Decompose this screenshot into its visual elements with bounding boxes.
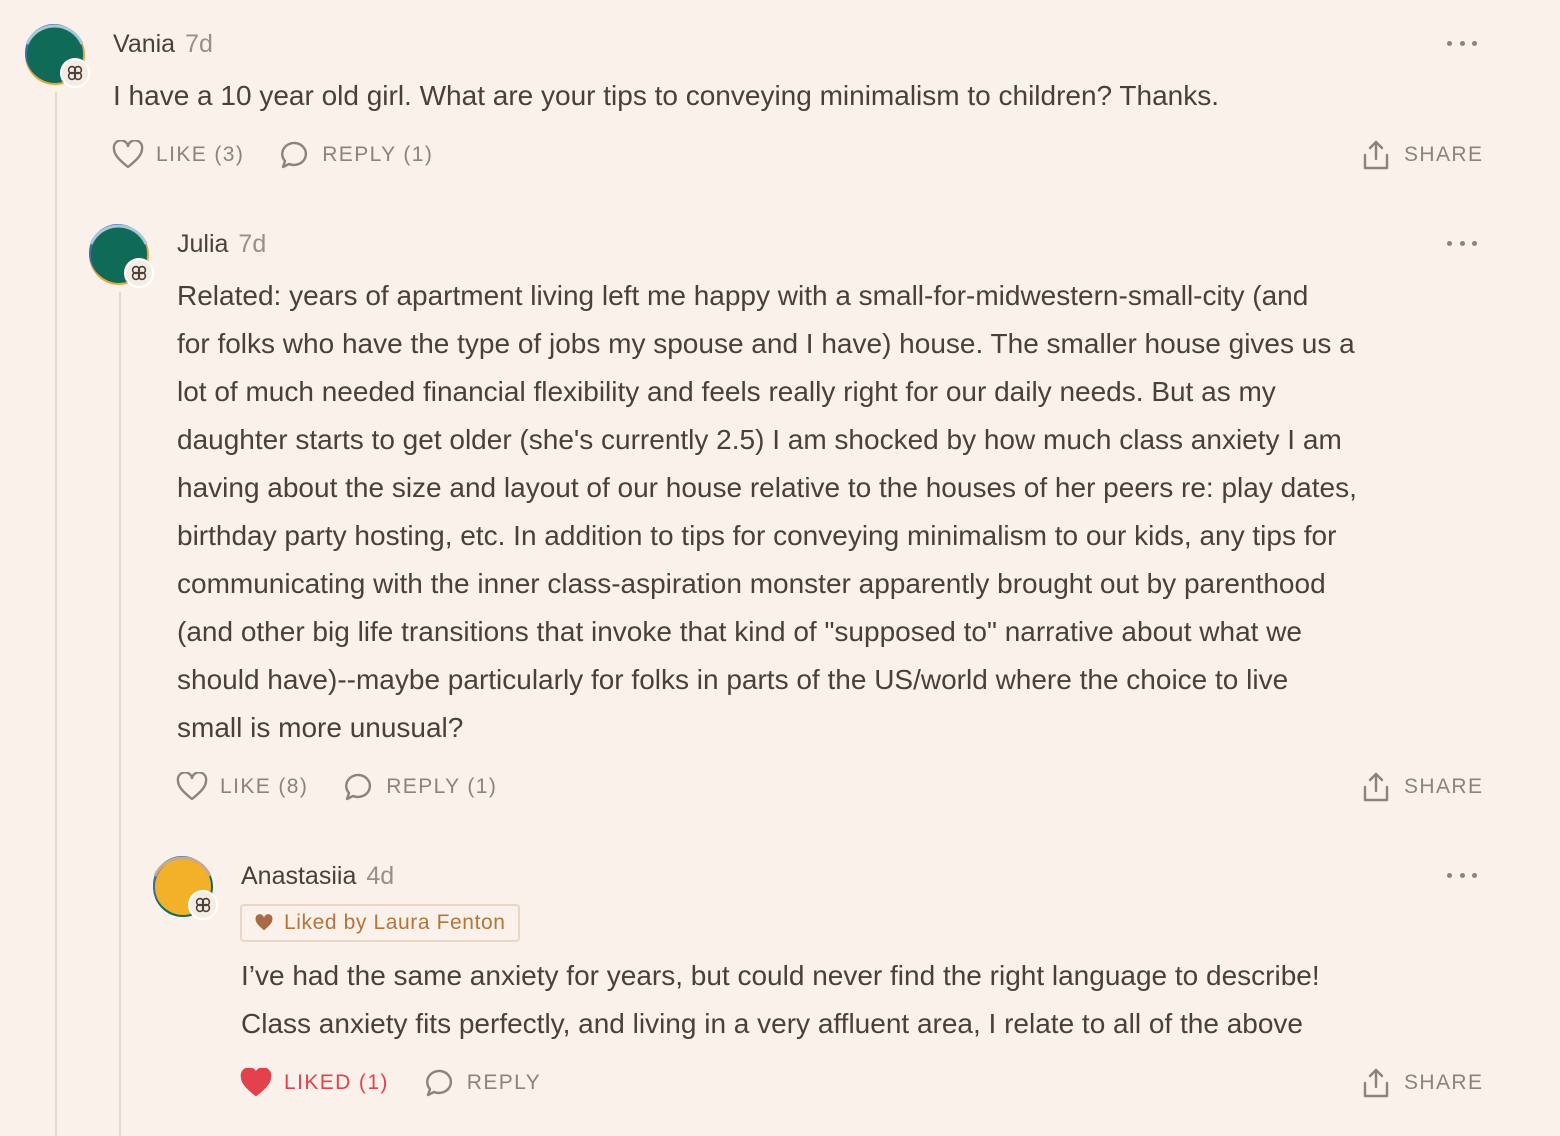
timestamp[interactable]: 4d xyxy=(366,862,394,890)
reply-label: REPLY (1) xyxy=(322,143,434,166)
text-line: Class anxiety fits perfectly, and living… xyxy=(241,1008,1303,1039)
share-icon xyxy=(1363,772,1389,802)
comment-meta: Vania 7d xyxy=(113,29,213,59)
reply-button[interactable]: REPLY (1) xyxy=(280,140,433,170)
reply-button[interactable]: REPLY xyxy=(425,1068,541,1098)
more-icon[interactable] xyxy=(1447,38,1477,48)
comment-actions: LIKE (3) REPLY (1) xyxy=(112,138,469,172)
text-line: I’ve had the same anxiety for years, but… xyxy=(241,960,1320,991)
thread-line-root xyxy=(55,92,57,1136)
reply-label: REPLY xyxy=(466,1071,542,1094)
author-name[interactable]: Julia xyxy=(177,230,228,258)
liked-by-badge: Liked by Laura Fenton xyxy=(240,904,520,942)
share-button[interactable]: SHARE xyxy=(1362,1066,1483,1100)
share-label: SHARE xyxy=(1404,775,1484,798)
text-line: Related: years of apartment living left … xyxy=(177,280,1309,311)
like-label: LIKE (3) xyxy=(156,143,245,166)
more-icon[interactable] xyxy=(1447,238,1477,248)
like-label: LIKED (1) xyxy=(284,1071,389,1094)
text-line: (and other big life transitions that inv… xyxy=(177,616,1302,647)
like-button[interactable]: LIKE (8) xyxy=(176,772,308,802)
text-line: birthday party hosting, etc. In addition… xyxy=(177,520,1337,551)
share-icon xyxy=(1363,1068,1389,1098)
heart-filled-icon xyxy=(240,1068,272,1097)
text-line: daughter starts to get older (she's curr… xyxy=(177,424,1342,455)
text-line: small is more unusual? xyxy=(177,712,464,743)
community-badge-icon xyxy=(188,890,218,920)
reply-label: REPLY (1) xyxy=(386,775,498,798)
community-badge-icon xyxy=(60,58,90,88)
text-line: should have)--maybe particularly for fol… xyxy=(177,664,1289,695)
share-button[interactable]: SHARE xyxy=(1362,770,1483,804)
share-button[interactable]: SHARE xyxy=(1362,138,1483,172)
share-label: SHARE xyxy=(1404,143,1484,166)
comment-text: I’ve had the same anxiety for years, but… xyxy=(241,952,1491,1048)
comment-meta: Anastasiia 4d xyxy=(241,861,394,891)
text-line: communicating with the inner class-aspir… xyxy=(177,568,1326,599)
text-line: lot of much needed financial flexibility… xyxy=(177,376,1276,407)
author-name[interactable]: Vania xyxy=(113,30,175,58)
comment-icon xyxy=(425,1069,452,1097)
reply-button[interactable]: REPLY (1) xyxy=(344,772,497,802)
like-label: LIKE (8) xyxy=(220,775,309,798)
liked-button[interactable]: LIKED (1) xyxy=(240,1068,389,1098)
comment-actions: LIKED (1) REPLY xyxy=(240,1066,577,1100)
avatar[interactable] xyxy=(24,24,90,88)
comment-icon xyxy=(281,141,308,169)
share-label: SHARE xyxy=(1404,1071,1484,1094)
text-line: for folks who have the type of jobs my s… xyxy=(177,328,1355,359)
more-icon[interactable] xyxy=(1447,870,1477,880)
heart-icon xyxy=(176,772,208,801)
share-icon xyxy=(1363,140,1389,170)
heart-icon xyxy=(255,914,273,931)
timestamp[interactable]: 7d xyxy=(185,30,213,58)
thread-line-reply xyxy=(119,292,121,1136)
timestamp[interactable]: 7d xyxy=(238,230,266,258)
comment-icon xyxy=(345,773,372,801)
text-line: having about the size and layout of our … xyxy=(177,472,1357,503)
heart-icon xyxy=(112,140,144,169)
comment-actions: LIKE (8) REPLY (1) xyxy=(176,770,533,804)
avatar[interactable] xyxy=(88,224,154,288)
author-name[interactable]: Anastasiia xyxy=(241,862,356,890)
community-badge-icon xyxy=(124,258,154,288)
comment-text: Related: years of apartment living left … xyxy=(177,272,1497,752)
comment-text: I have a 10 year old girl. What are your… xyxy=(113,80,1219,111)
like-button[interactable]: LIKE (3) xyxy=(112,140,244,170)
avatar[interactable] xyxy=(152,856,218,920)
liked-by-label: Liked by Laura Fenton xyxy=(284,911,506,934)
comment-meta: Julia 7d xyxy=(177,229,266,259)
